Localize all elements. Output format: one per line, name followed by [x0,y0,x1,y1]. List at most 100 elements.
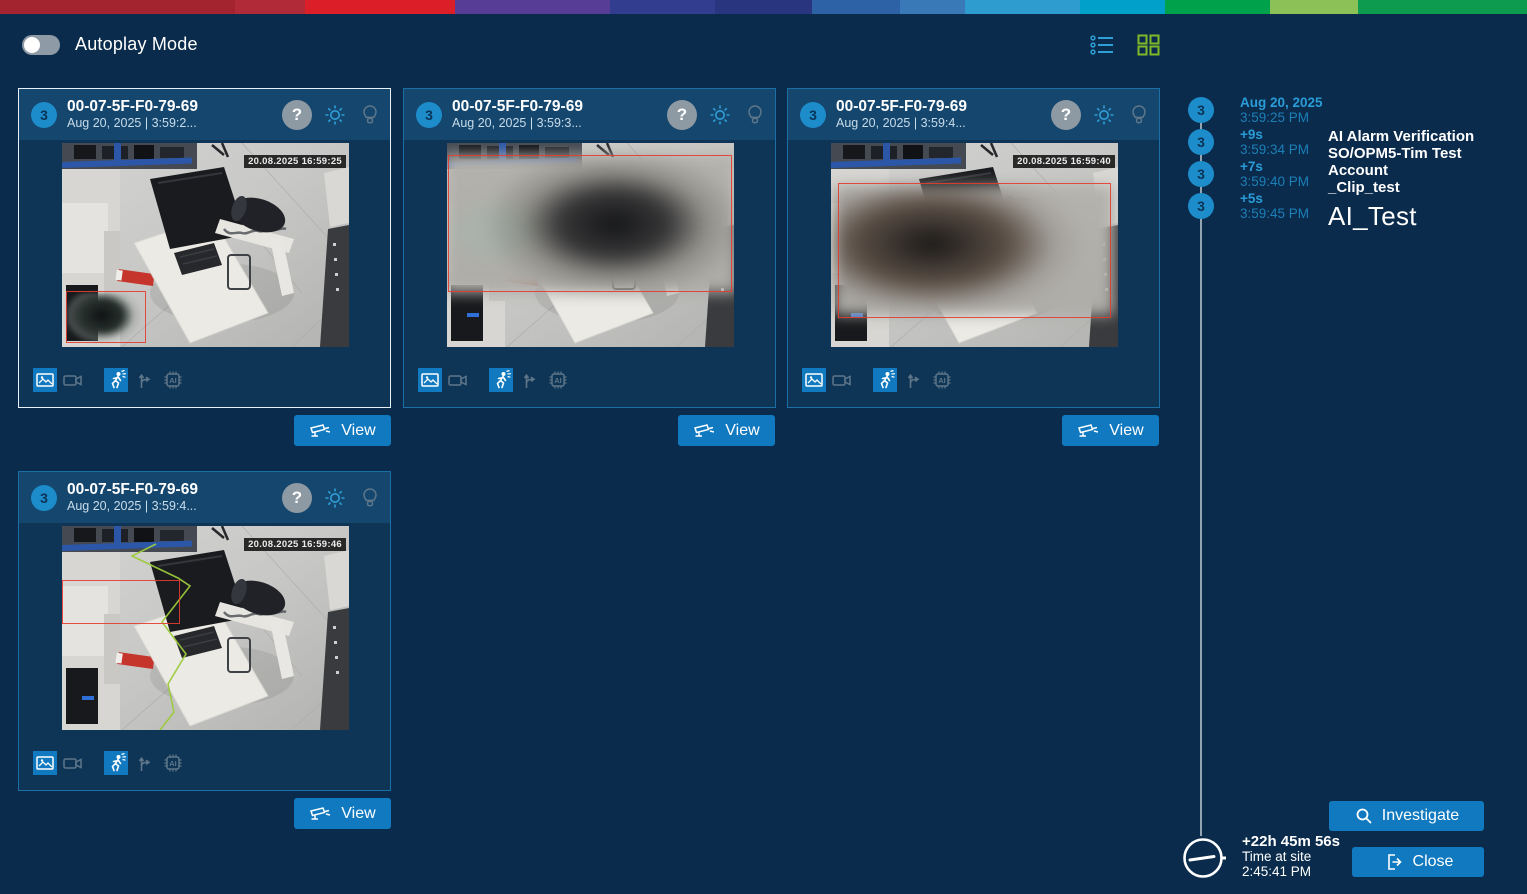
trajectory-overlay-icon[interactable] [518,368,542,392]
camera-title: 00-07-5F-F0-79-69 [452,97,583,116]
cctv-icon [1077,422,1101,440]
event-offset: +9s [1240,127,1309,142]
alarm-card[interactable]: 3 00-07-5F-F0-79-69 Aug 20, 2025 | 3:59:… [787,88,1160,408]
event-time: 3:59:40 PM [1240,174,1309,189]
video-mode-icon[interactable] [61,751,85,775]
card-header: 3 00-07-5F-F0-79-69 Aug 20, 2025 | 3:59:… [19,89,390,140]
branch-arrow-glyph [134,752,156,774]
list-view-icon[interactable] [1090,34,1114,56]
motion-overlay-icon[interactable] [104,751,128,775]
help-icon[interactable]: ? [282,483,312,513]
lamp-icon[interactable] [743,103,767,127]
alarm-count-badge: 3 [31,102,57,128]
grid-view-icon[interactable] [1136,34,1160,56]
snapshot-mode-icon[interactable] [418,368,442,392]
help-icon[interactable]: ? [667,100,697,130]
video-mode-icon[interactable] [61,368,85,392]
camera-timestamp-overlay: 20.08.2025 16:59:25 [244,155,346,168]
view-button[interactable]: View [678,415,775,446]
timeline-event-marker[interactable]: 3 [1188,129,1214,155]
card-toolbar [33,751,185,775]
time-at-site-label: Time at site [1242,850,1340,865]
sun-glyph [323,103,347,127]
close-label: Close [1413,853,1454,871]
camera-snapshot: 20.08.2025 16:59:25 [62,143,349,347]
ai-overlay-icon[interactable] [930,368,954,392]
snapshot-mode-icon[interactable] [802,368,826,392]
help-icon[interactable]: ? [282,100,312,130]
motion-overlay-icon[interactable] [489,368,513,392]
trajectory-overlay-icon[interactable] [902,368,926,392]
detection-box [838,183,1111,318]
timeline-event-marker[interactable]: 3 [1188,193,1214,219]
view-button[interactable]: View [294,798,391,829]
brightness-icon[interactable] [708,103,732,127]
camera-subtitle: Aug 20, 2025 | 3:59:3... [452,116,583,132]
motion-overlay-icon[interactable] [873,368,897,392]
cctv-icon [693,422,717,440]
lamp-icon[interactable] [358,486,382,510]
alarm-account: SO/OPM5-Tim Test Account [1328,145,1503,179]
autoplay-toggle[interactable] [22,35,60,55]
image-glyph [35,753,55,773]
bulb-glyph [358,486,382,510]
card-header-icons: ? [1051,89,1151,140]
camera-timestamp-overlay: 20.08.2025 16:59:40 [1013,155,1115,168]
video-mode-icon[interactable] [446,368,470,392]
lamp-icon[interactable] [1127,103,1151,127]
grid-view-glyph [1137,34,1160,56]
motion-overlay-icon[interactable] [104,368,128,392]
runner-glyph [874,369,896,391]
event-offset: +5s [1240,191,1309,206]
timeline-event-time: +9s 3:59:34 PM [1240,127,1309,157]
video-glyph [62,753,84,773]
alarm-count-badge: 3 [31,485,57,511]
alarm-card[interactable]: 3 00-07-5F-F0-79-69 Aug 20, 2025 | 3:59:… [18,471,391,791]
bulb-glyph [358,103,382,127]
camera-subtitle: Aug 20, 2025 | 3:59:2... [67,116,198,132]
snapshot-mode-icon[interactable] [33,751,57,775]
ai-overlay-icon[interactable] [161,368,185,392]
ai-overlay-icon[interactable] [161,751,185,775]
help-icon[interactable]: ? [1051,100,1081,130]
sun-glyph [323,486,347,510]
brightness-icon[interactable] [323,486,347,510]
card-header-icons: ? [667,89,767,140]
camera-identity: 00-07-5F-F0-79-69 Aug 20, 2025 | 3:59:4.… [67,480,198,515]
card-header-icons: ? [282,472,382,523]
camera-snapshot: 20.08.2025 16:59:46 [62,526,349,730]
investigate-button[interactable]: Investigate [1329,801,1484,831]
branch-arrow-glyph [134,369,156,391]
view-button[interactable]: View [1062,415,1159,446]
toggle-knob [24,37,40,53]
image-glyph [420,370,440,390]
image-glyph [804,370,824,390]
ai-overlay-icon[interactable] [546,368,570,392]
brightness-icon[interactable] [323,103,347,127]
camera-identity: 00-07-5F-F0-79-69 Aug 20, 2025 | 3:59:3.… [452,97,583,132]
motion-trajectory [62,526,349,730]
trajectory-overlay-icon[interactable] [133,368,157,392]
magnifier-icon [1354,806,1374,826]
lamp-icon[interactable] [358,103,382,127]
camera-identity: 00-07-5F-F0-79-69 Aug 20, 2025 | 3:59:2.… [67,97,198,132]
timeline-event-marker[interactable]: 3 [1188,161,1214,187]
camera-title: 00-07-5F-F0-79-69 [67,97,198,116]
video-mode-icon[interactable] [830,368,854,392]
video-glyph [831,370,853,390]
ai-chip-glyph [547,369,569,391]
alarm-info-panel: AI Alarm Verification SO/OPM5-Tim Test A… [1328,128,1503,231]
close-button[interactable]: Close [1352,847,1484,877]
view-button[interactable]: View [294,415,391,446]
timeline-event-marker[interactable]: 3 [1188,97,1214,123]
brightness-icon[interactable] [1092,103,1116,127]
card-header: 3 00-07-5F-F0-79-69 Aug 20, 2025 | 3:59:… [19,472,390,523]
alarm-card[interactable]: 3 00-07-5F-F0-79-69 Aug 20, 2025 | 3:59:… [18,88,391,408]
alarm-card[interactable]: 3 00-07-5F-F0-79-69 Aug 20, 2025 | 3:59:… [403,88,776,408]
autoplay-label: Autoplay Mode [75,34,198,55]
exit-icon [1383,851,1405,873]
trajectory-overlay-icon[interactable] [133,751,157,775]
snapshot-mode-icon[interactable] [33,368,57,392]
cctv-icon [309,805,333,823]
card-header: 3 00-07-5F-F0-79-69 Aug 20, 2025 | 3:59:… [404,89,775,140]
